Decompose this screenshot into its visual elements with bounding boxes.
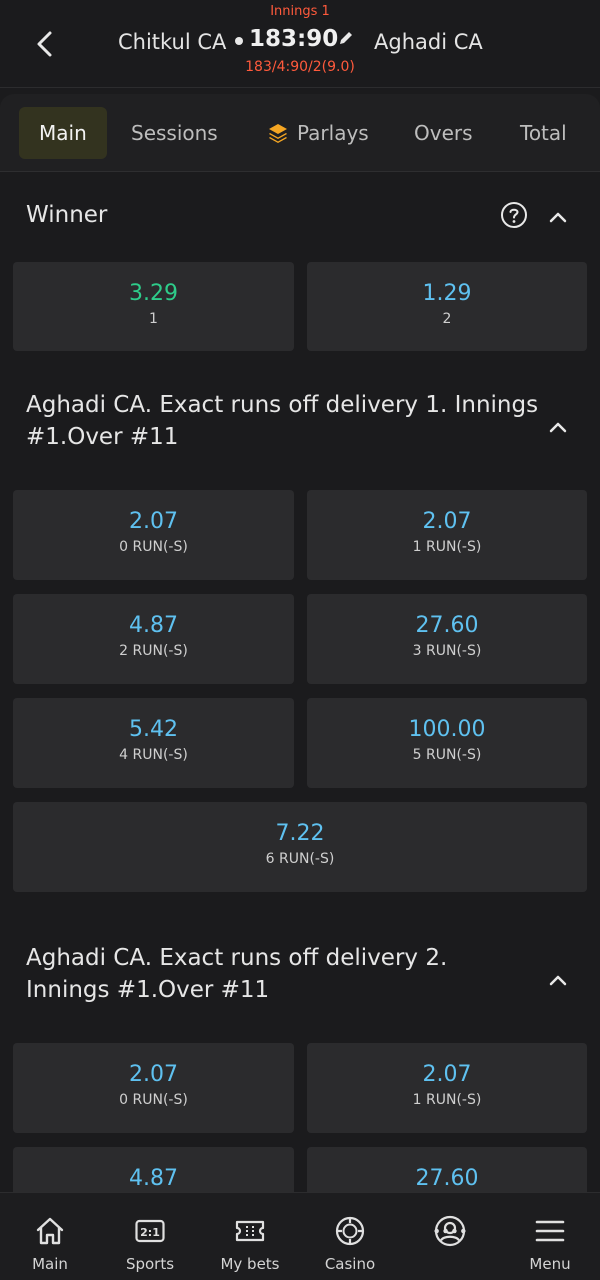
odd-value: 27.60 xyxy=(415,613,479,638)
tab-label: Sessions xyxy=(131,121,218,145)
odd-label: 2 RUN(-S) xyxy=(119,643,188,659)
odd-value: 1.29 xyxy=(422,281,472,306)
tab-label: Overs xyxy=(414,121,473,145)
odd-value: 100.00 xyxy=(408,717,486,742)
detailed-score: 183/4:90/2(9.0) xyxy=(245,59,355,75)
home-icon xyxy=(36,1217,64,1245)
odd-label: 0 RUN(-S) xyxy=(119,1092,188,1108)
scoreboard-icon: 2:1 xyxy=(135,1219,165,1243)
odd-button-team1[interactable]: 3.29 1 xyxy=(13,262,294,351)
nav-label: Sports xyxy=(125,1255,175,1273)
live-indicator xyxy=(235,37,243,45)
markets-list[interactable]: Winner 3.29 1 1.29 2 Aghadi CA. Exact ru… xyxy=(0,172,600,1192)
odd-value: 5.42 xyxy=(129,717,178,742)
tab-sessions[interactable]: Sessions xyxy=(131,107,218,159)
tab-label: Main xyxy=(39,121,87,145)
nav-main[interactable]: Main xyxy=(0,1193,100,1280)
nav-menu[interactable]: Menu xyxy=(500,1193,600,1280)
market-title-line2: #1.Over #11 xyxy=(26,424,179,450)
svg-text:2:1: 2:1 xyxy=(140,1226,160,1239)
market-title: Aghadi CA. Exact runs off delivery 2. In… xyxy=(26,942,447,1006)
nav-label: Main xyxy=(32,1255,68,1273)
chevron-up-icon[interactable] xyxy=(547,416,569,438)
market-title-line1: Aghadi CA. Exact runs off delivery 2. xyxy=(26,945,448,971)
odd-value: 2.07 xyxy=(422,1062,472,1087)
odd-label: 4 RUN(-S) xyxy=(119,747,188,763)
odd-label: 3 RUN(-S) xyxy=(412,643,482,659)
market-title-line2: Innings #1.Over #11 xyxy=(26,977,270,1003)
bottom-navigation: Main 2:1 Sports My bets Casino Menu xyxy=(0,1192,600,1280)
odd-value: 3.29 xyxy=(129,281,178,306)
winner-title: Winner xyxy=(26,202,108,228)
odd-value: 7.22 xyxy=(275,821,325,846)
help-icon[interactable] xyxy=(500,201,528,229)
odd-value: 4.87 xyxy=(129,1166,178,1191)
odd-button[interactable]: 2.07 0 RUN(-S) xyxy=(13,490,294,580)
odd-value: 4.87 xyxy=(129,613,178,638)
odd-button[interactable]: 2.07 0 RUN(-S) xyxy=(13,1043,294,1133)
pencil-icon xyxy=(340,32,352,44)
odd-value: 27.60 xyxy=(415,1166,479,1191)
odd-label: 1 RUN(-S) xyxy=(412,539,482,555)
more-dots-icon xyxy=(434,1228,466,1234)
odd-label: 6 RUN(-S) xyxy=(265,851,335,867)
market-tabs: Main Sessions Parlays Overs Total xyxy=(0,94,600,172)
match-header: Innings 1 Chitkul CA 183:90 Aghadi CA 18… xyxy=(0,0,600,88)
odd-button[interactable]: 4.87 xyxy=(13,1147,294,1192)
odd-label: 0 RUN(-S) xyxy=(119,539,188,555)
nav-label: Menu xyxy=(529,1255,571,1273)
tab-overs[interactable]: Overs xyxy=(414,107,473,159)
nav-my-bets[interactable]: My bets xyxy=(200,1193,300,1280)
home-team-name: Chitkul CA xyxy=(118,30,227,54)
menu-icon xyxy=(535,1220,565,1242)
ticket-icon xyxy=(235,1220,265,1242)
odd-button[interactable]: 2.07 1 RUN(-S) xyxy=(307,1043,587,1133)
chevron-up-icon[interactable] xyxy=(547,206,569,228)
tab-label: Total xyxy=(520,121,567,145)
tab-total[interactable]: Total xyxy=(520,107,567,159)
odd-label: 5 RUN(-S) xyxy=(412,747,482,763)
odd-button[interactable]: 100.00 5 RUN(-S) xyxy=(307,698,587,788)
nav-casino[interactable]: Casino xyxy=(300,1193,400,1280)
odd-button[interactable]: 2.07 1 RUN(-S) xyxy=(307,490,587,580)
odd-label: 1 xyxy=(149,311,158,327)
innings-label: Innings 1 xyxy=(270,4,330,19)
odd-button[interactable]: 7.22 6 RUN(-S) xyxy=(13,802,587,892)
nav-profile[interactable] xyxy=(400,1193,500,1280)
market-title: Aghadi CA. Exact runs off delivery 1. In… xyxy=(26,389,538,453)
odd-value: 2.07 xyxy=(422,509,472,534)
odd-button[interactable]: 4.87 2 RUN(-S) xyxy=(13,594,294,684)
odd-value: 2.07 xyxy=(129,1062,178,1087)
odd-label: 2 xyxy=(442,311,452,327)
chevron-up-icon[interactable] xyxy=(547,969,569,991)
nav-label: Casino xyxy=(324,1255,376,1273)
layers-icon xyxy=(269,124,287,143)
away-team-name: Aghadi CA xyxy=(374,30,483,54)
casino-chip-icon xyxy=(335,1216,365,1246)
tab-label: Parlays xyxy=(297,121,369,145)
nav-sports[interactable]: 2:1 Sports xyxy=(100,1193,200,1280)
odd-button-team2[interactable]: 1.29 2 xyxy=(307,262,587,351)
odd-value: 2.07 xyxy=(129,509,178,534)
odd-label: 1 RUN(-S) xyxy=(412,1092,482,1108)
odd-button[interactable]: 27.60 xyxy=(307,1147,587,1192)
tab-main[interactable]: Main xyxy=(19,107,107,159)
match-score: 183:90 xyxy=(249,26,339,52)
nav-label: My bets xyxy=(220,1255,280,1273)
tab-parlays[interactable]: Parlays xyxy=(267,107,369,159)
back-arrow-icon[interactable] xyxy=(30,28,62,60)
odd-button[interactable]: 5.42 4 RUN(-S) xyxy=(13,698,294,788)
odd-button[interactable]: 27.60 3 RUN(-S) xyxy=(307,594,587,684)
market-title-line1: Aghadi CA. Exact runs off delivery 1. In… xyxy=(26,392,539,418)
